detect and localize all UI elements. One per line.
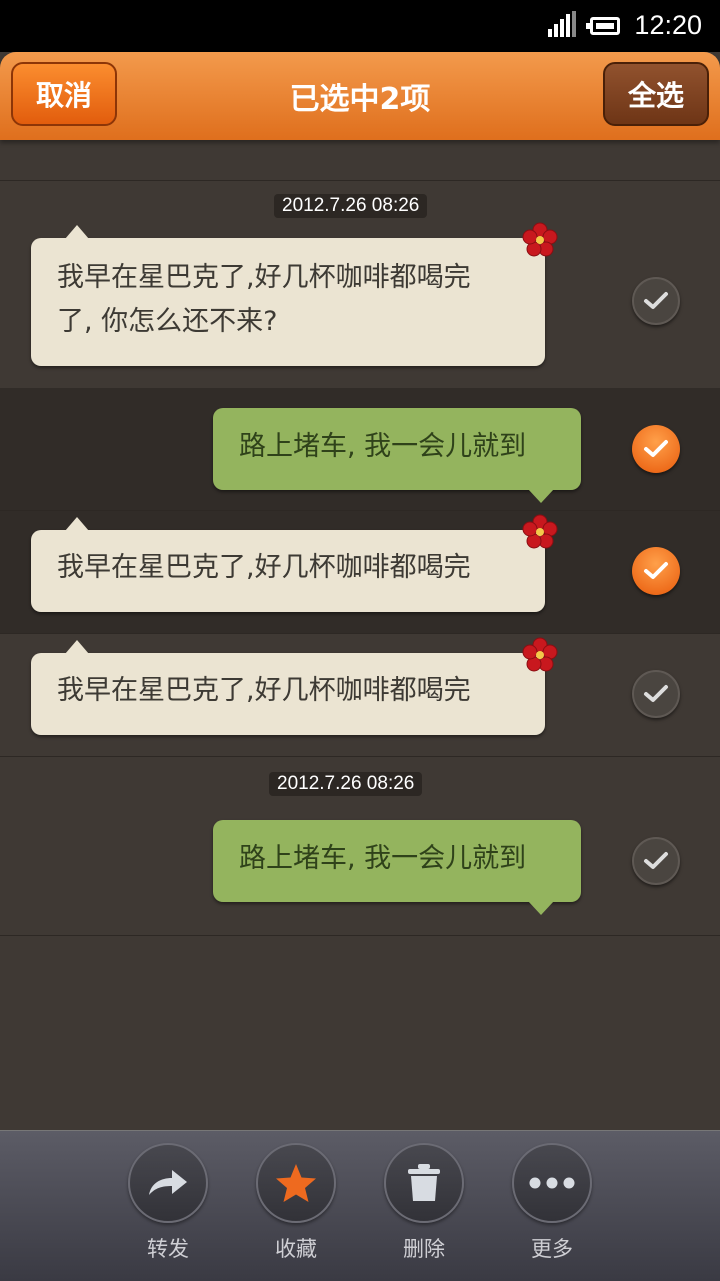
selection-header: 取消 已选中2项 全选 [0, 52, 720, 140]
message-text: 路上堵车, 我一会儿就到 [239, 431, 527, 462]
forward-button[interactable]: 转发 [123, 1143, 213, 1263]
delete-label: 删除 [403, 1237, 445, 1261]
checkmark-icon [644, 562, 668, 579]
forward-label: 转发 [147, 1237, 189, 1261]
delete-button[interactable]: 删除 [379, 1143, 469, 1263]
message-row[interactable]: 我早在星巴克了,好几杯咖啡都喝完 [0, 511, 720, 634]
favorite-label: 收藏 [275, 1237, 317, 1261]
battery-icon [586, 16, 621, 35]
forward-arrow-icon [149, 1170, 187, 1195]
checkmark-icon [644, 292, 668, 309]
checkmark-icon [644, 685, 668, 702]
checkmark-icon [644, 440, 668, 457]
signal-icon [548, 10, 577, 39]
message-text: 我早在星巴克了,好几杯咖啡都喝完 [57, 675, 471, 706]
message-text: 我早在星巴克了,好几杯咖啡都喝完 [57, 262, 471, 293]
star-icon [276, 1164, 316, 1202]
bubble-tail [528, 489, 554, 503]
select-checkbox[interactable] [632, 547, 680, 595]
trash-icon [408, 1164, 440, 1201]
bubble-tail [65, 225, 89, 239]
select-all-button[interactable]: 全选 [603, 62, 709, 126]
select-checkbox[interactable] [632, 837, 680, 885]
bubble-tail [528, 901, 554, 915]
more-dots-icon [529, 1177, 575, 1189]
received-message-bubble[interactable]: 我早在星巴克了,好几杯咖啡都喝完 了, 你怎么还不来? [31, 222, 558, 366]
select-checkbox[interactable] [632, 277, 680, 325]
message-row[interactable]: 2012.7.26 08:26 路上堵车, 我一会儿就到 [0, 757, 720, 936]
bubble-tail [65, 640, 89, 654]
select-checkbox[interactable] [632, 670, 680, 718]
received-message-bubble[interactable]: 我早在星巴克了,好几杯咖啡都喝完 [31, 514, 558, 612]
flower-icon [522, 514, 558, 549]
more-button[interactable]: 更多 [507, 1143, 597, 1263]
more-label: 更多 [531, 1237, 573, 1261]
status-time: 12:20 [634, 10, 702, 40]
message-text: 我早在星巴克了,好几杯咖啡都喝完 [57, 552, 471, 583]
message-text: 了, 你怎么还不来? [57, 306, 278, 337]
bubble-tail [65, 517, 89, 531]
sent-message-bubble[interactable]: 路上堵车, 我一会儿就到 [213, 408, 581, 503]
message-row[interactable]: 路上堵车, 我一会儿就到 [0, 388, 720, 511]
received-message-bubble[interactable]: 我早在星巴克了,好几杯咖啡都喝完 [31, 637, 558, 735]
message-text: 路上堵车, 我一会儿就到 [239, 843, 527, 874]
message-timestamp: 2012.7.26 08:26 [269, 772, 423, 796]
checkmark-icon [644, 852, 668, 869]
action-toolbar: 转发 收藏 删除 更多 [0, 1130, 720, 1281]
flower-icon [522, 637, 558, 672]
select-checkbox[interactable] [632, 425, 680, 473]
message-timestamp: 2012.7.26 08:26 [274, 194, 428, 218]
message-row[interactable]: 2012.7.26 08:26 我早在星巴克了,好几杯咖啡都喝完 了, 你怎么还… [0, 180, 720, 389]
sent-message-bubble[interactable]: 路上堵车, 我一会儿就到 [213, 820, 581, 915]
favorite-button[interactable]: 收藏 [251, 1143, 341, 1263]
status-bar: 12:20 [0, 0, 720, 52]
message-row[interactable]: 我早在星巴克了,好几杯咖啡都喝完 [0, 634, 720, 757]
message-list: 2012.7.26 08:26 我早在星巴克了,好几杯咖啡都喝完 了, 你怎么还… [0, 140, 720, 1130]
flower-icon [522, 222, 558, 257]
